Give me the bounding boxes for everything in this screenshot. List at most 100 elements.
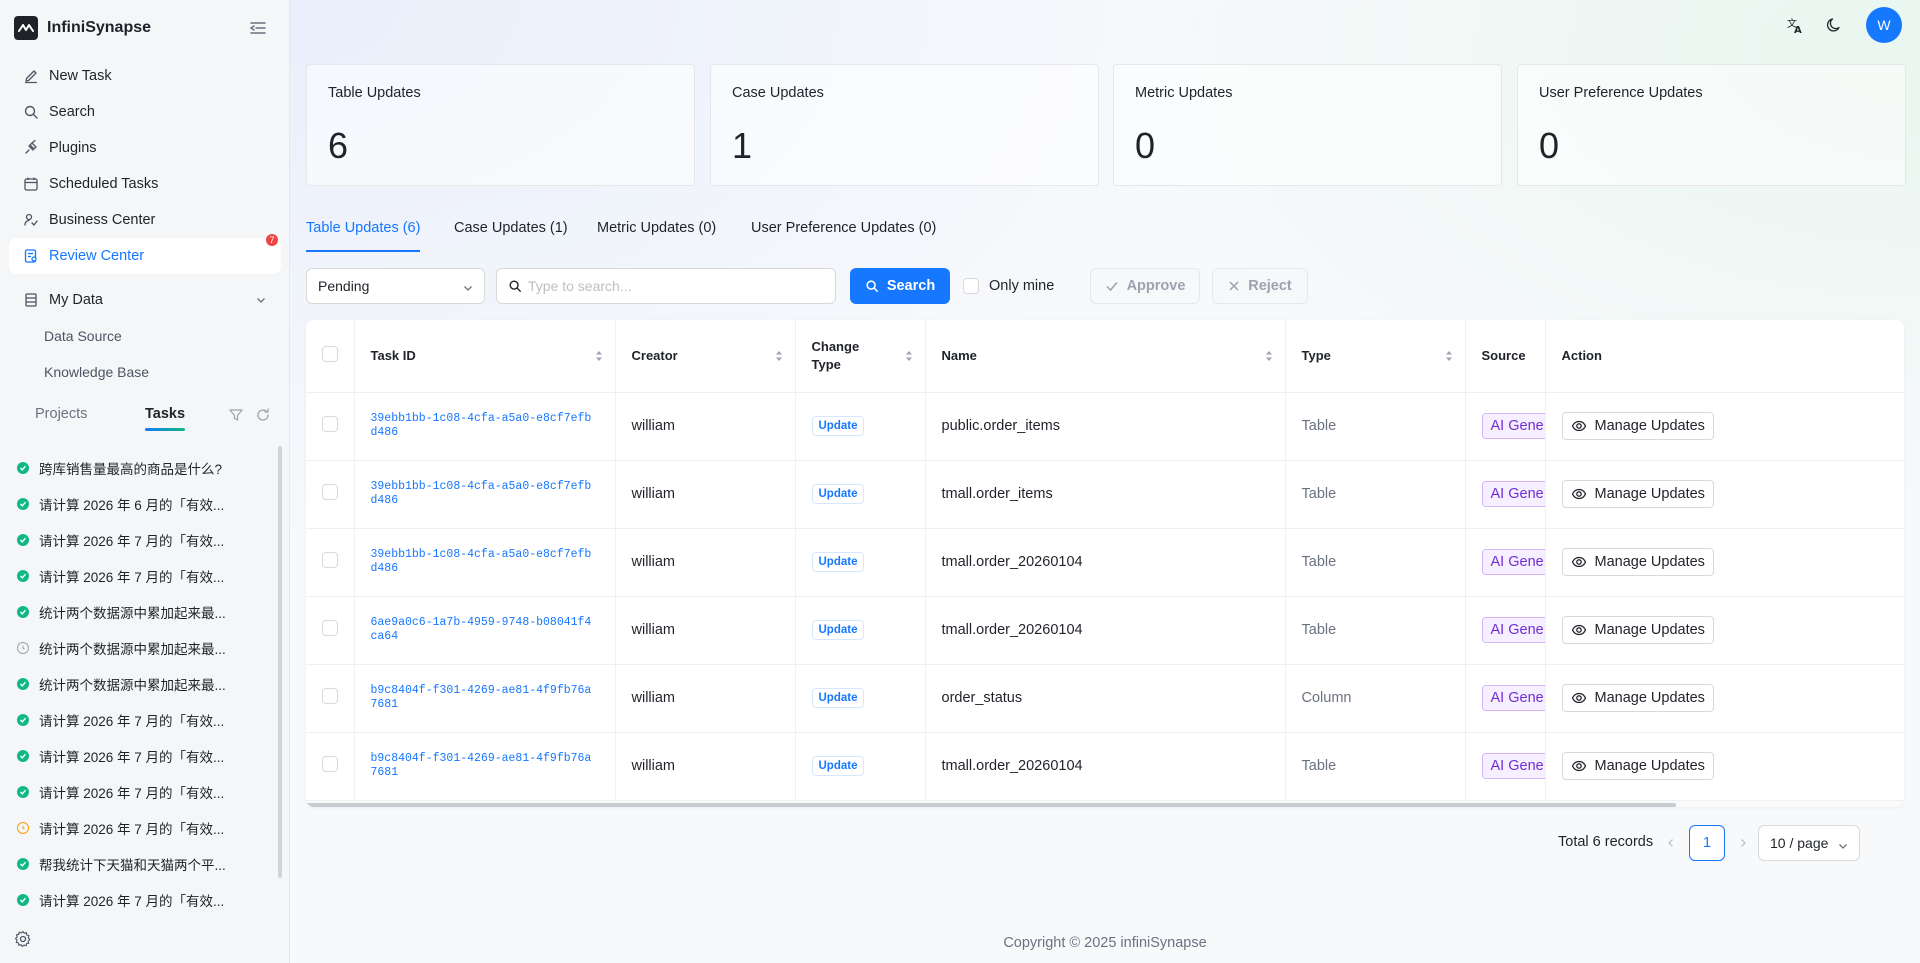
sort-icon[interactable] xyxy=(1445,349,1453,363)
nav-business-center[interactable]: Business Center xyxy=(9,202,281,238)
task-id-cell: 39ebb1bb-1c08-4cfa-a5a0-e8cf7efbd486 xyxy=(354,528,616,597)
tab-projects[interactable]: Projects xyxy=(35,406,87,422)
column-header-type[interactable]: Type xyxy=(1285,320,1466,393)
edit-icon xyxy=(23,68,39,84)
task-list-item[interactable]: 请计算 2026 年 7 月的「有效... xyxy=(0,702,280,738)
warning-clock-icon xyxy=(17,822,29,834)
row-checkbox[interactable] xyxy=(322,756,338,772)
task-list-item[interactable]: 请计算 2026 年 7 月的「有效... xyxy=(0,558,280,594)
reject-label: Reject xyxy=(1248,278,1292,294)
tab-tasks[interactable]: Tasks xyxy=(145,406,186,431)
tab-user-preference-updates[interactable]: User Preference Updates (0) xyxy=(751,220,936,236)
table-row: 6ae9a0c6-1a7b-4959-9748-b08041f4ca64 will… xyxy=(306,596,1904,665)
tab-table-updates[interactable]: Table Updates (6) xyxy=(306,220,421,252)
prev-page-button[interactable] xyxy=(1653,825,1689,861)
tab-case-updates[interactable]: Case Updates (1) xyxy=(454,220,568,236)
task-list-item[interactable]: 请计算 2026 年 7 月的「有效... xyxy=(0,882,280,918)
filter-icon[interactable] xyxy=(228,407,244,423)
manage-updates-button[interactable]: Manage Updates xyxy=(1561,480,1714,508)
brand[interactable]: InfiniSynapse xyxy=(14,15,151,41)
nav-my-data[interactable]: My Data xyxy=(9,282,281,318)
row-select-cell xyxy=(306,664,355,733)
check-circle-icon xyxy=(17,894,29,906)
chevron-right-icon xyxy=(1741,839,1746,847)
search-field[interactable] xyxy=(496,268,836,304)
column-header-action: Action xyxy=(1545,320,1904,393)
refresh-icon[interactable] xyxy=(255,407,271,423)
nav-plugins[interactable]: Plugins xyxy=(9,130,281,166)
task-id-link[interactable]: 6ae9a0c6-1a7b-4959-9748-b08041f4ca64 xyxy=(371,613,597,647)
sort-icon[interactable] xyxy=(905,349,913,363)
task-id-link[interactable]: b9c8404f-f301-4269-ae81-4f9fb76a7681 xyxy=(371,681,597,715)
avatar[interactable]: W xyxy=(1866,7,1902,43)
reject-button[interactable]: Reject xyxy=(1212,268,1308,304)
row-checkbox[interactable] xyxy=(322,416,338,432)
task-list-item[interactable]: 帮我统计下天猫和天猫两个平... xyxy=(0,846,280,882)
only-mine-checkbox[interactable]: Only mine xyxy=(963,268,1054,304)
page-1-button[interactable]: 1 xyxy=(1689,825,1725,861)
sort-icon[interactable] xyxy=(595,349,603,363)
manage-updates-button[interactable]: Manage Updates xyxy=(1561,548,1714,576)
nav-search[interactable]: Search xyxy=(9,94,281,130)
approve-button[interactable]: Approve xyxy=(1090,268,1200,304)
task-list-item[interactable]: 统计两个数据源中累加起来最... xyxy=(0,666,280,702)
row-checkbox[interactable] xyxy=(322,620,338,636)
column-header-name[interactable]: Name xyxy=(925,320,1286,393)
chevron-left-icon xyxy=(1668,839,1673,847)
next-page-button[interactable] xyxy=(1725,825,1761,861)
manage-updates-button[interactable]: Manage Updates xyxy=(1561,684,1714,712)
settings-icon[interactable] xyxy=(14,930,32,948)
nav-scheduled-tasks[interactable]: Scheduled Tasks xyxy=(9,166,281,202)
nav-knowledge-base[interactable]: Knowledge Base xyxy=(9,354,281,390)
search-input[interactable] xyxy=(528,278,828,294)
select-all-checkbox[interactable] xyxy=(322,346,338,363)
nav-new-task[interactable]: New Task xyxy=(9,58,281,94)
column-header-change-type[interactable]: Change Type xyxy=(795,320,926,393)
column-header-task-id[interactable]: Task ID xyxy=(354,320,616,393)
task-list-item[interactable]: 请计算 2026 年 7 月的「有效... xyxy=(0,522,280,558)
sidebar-scrollbar[interactable] xyxy=(278,446,282,878)
task-list-item[interactable]: 请计算 2026 年 7 月的「有效... xyxy=(0,810,280,846)
checkbox-box[interactable] xyxy=(963,278,979,294)
task-list-item[interactable]: 跨库销售量最高的商品是什么? xyxy=(0,450,280,486)
scrollbar-thumb[interactable] xyxy=(306,803,1676,807)
translate-icon[interactable]: 文A xyxy=(1783,13,1807,37)
source-cell: AI Gene xyxy=(1465,596,1546,665)
sort-icon[interactable] xyxy=(1265,349,1273,363)
tab-metric-updates[interactable]: Metric Updates (0) xyxy=(597,220,716,236)
manage-updates-button[interactable]: Manage Updates xyxy=(1561,412,1714,440)
check-circle-icon xyxy=(17,750,29,762)
filter-toolbar: Pending Search Only mine Approve Reject xyxy=(306,268,1906,304)
nav-review-center[interactable]: Review Center 7 xyxy=(9,234,281,274)
horizontal-scrollbar[interactable] xyxy=(306,801,1904,807)
task-title: 请计算 2026 年 7 月的「有效... xyxy=(39,750,225,765)
task-list-item[interactable]: 统计两个数据源中累加起来最... xyxy=(0,630,280,666)
task-id-link[interactable]: 39ebb1bb-1c08-4cfa-a5a0-e8cf7efbd486 xyxy=(371,477,597,511)
row-checkbox[interactable] xyxy=(322,552,338,568)
source-cell: AI Gene xyxy=(1465,528,1546,597)
manage-updates-button[interactable]: Manage Updates xyxy=(1561,752,1714,780)
nav-data-source[interactable]: Data Source xyxy=(9,318,281,354)
collapse-sidebar-icon[interactable] xyxy=(248,18,268,38)
task-id-link[interactable]: b9c8404f-f301-4269-ae81-4f9fb76a7681 xyxy=(371,749,597,783)
dark-mode-icon[interactable] xyxy=(1822,13,1846,37)
task-list-item[interactable]: 请计算 2026 年 7 月的「有效... xyxy=(0,774,280,810)
row-checkbox[interactable] xyxy=(322,688,338,704)
page-size-select[interactable]: 10 / page xyxy=(1758,825,1860,861)
manage-updates-button[interactable]: Manage Updates xyxy=(1561,616,1714,644)
search-button[interactable]: Search xyxy=(850,268,950,304)
type-cell: Table xyxy=(1285,596,1466,665)
column-header-creator[interactable]: Creator xyxy=(615,320,796,393)
task-list-item[interactable]: 请计算 2026 年 6 月的「有效... xyxy=(0,486,280,522)
task-list-item[interactable]: 统计两个数据源中累加起来最... xyxy=(0,594,280,630)
task-id-link[interactable]: 39ebb1bb-1c08-4cfa-a5a0-e8cf7efbd486 xyxy=(371,409,597,443)
sort-icon[interactable] xyxy=(775,349,783,363)
task-title: 请计算 2026 年 7 月的「有效... xyxy=(39,570,225,585)
source-tag: AI Gene xyxy=(1481,753,1544,779)
column-label: Type xyxy=(1301,348,1331,364)
status-select[interactable]: Pending xyxy=(306,268,485,304)
task-list-item[interactable]: 请计算 2026 年 7 月的「有效... xyxy=(0,738,280,774)
row-checkbox[interactable] xyxy=(322,484,338,500)
calendar-icon xyxy=(23,176,39,192)
task-id-link[interactable]: 39ebb1bb-1c08-4cfa-a5a0-e8cf7efbd486 xyxy=(371,545,597,579)
